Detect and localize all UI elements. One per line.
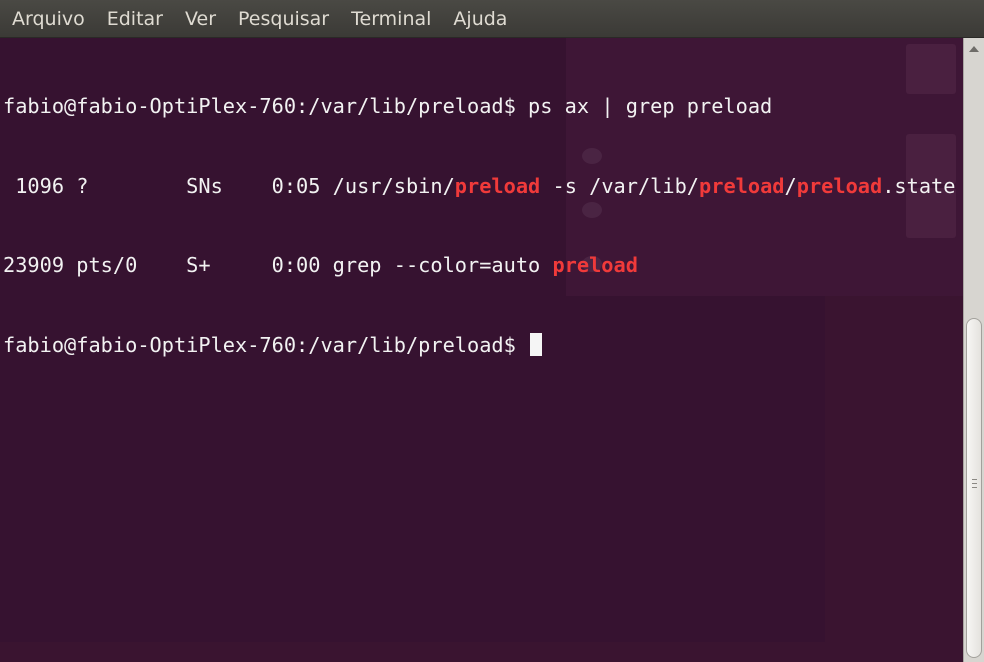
output-text: .state [882,173,956,198]
menu-terminal[interactable]: Terminal [340,0,442,38]
menu-ver[interactable]: Ver [174,0,227,38]
grip-icon [972,479,977,488]
terminal-line: fabio@fabio-OptiPlex-760:/var/lib/preloa… [3,332,955,359]
menu-ajuda[interactable]: Ajuda [442,0,518,38]
scroll-up-arrow-icon[interactable] [969,46,979,52]
terminal-line: fabio@fabio-OptiPlex-760:/var/lib/preloa… [3,93,955,120]
match-highlight: preload [454,173,541,198]
menu-arquivo[interactable]: Arquivo [0,0,96,38]
output-text: / [784,173,797,198]
menu-editar[interactable]: Editar [96,0,174,38]
scrollbar-thumb[interactable] [966,318,982,658]
output-text: 1096 ? SNs 0:05 /usr/sbin/ [3,173,455,198]
terminal-output-area[interactable]: fabio@fabio-OptiPlex-760:/var/lib/preloa… [0,38,963,662]
shell-prompt: fabio@fabio-OptiPlex-760:/var/lib/preloa… [3,332,516,357]
match-highlight: preload [796,173,883,198]
match-highlight: preload [699,173,785,198]
output-text: 23909 pts/0 S+ 0:00 grep --color=auto [3,253,553,277]
shell-command: ps ax | grep preload [515,94,773,118]
terminal-line: 1096 ? SNs 0:05 /usr/sbin/preload -s /va… [3,173,955,200]
output-text: -s /var/lib/ [540,173,700,198]
vertical-scrollbar[interactable] [963,38,984,662]
shell-prompt: fabio@fabio-OptiPlex-760:/var/lib/preloa… [3,94,516,118]
menu-pesquisar[interactable]: Pesquisar [227,0,340,38]
terminal-line: 23909 pts/0 S+ 0:00 grep --color=auto pr… [3,252,955,279]
text-cursor [530,332,543,356]
terminal-text: fabio@fabio-OptiPlex-760:/var/lib/preloa… [3,40,955,411]
menu-bar: Arquivo Editar Ver Pesquisar Terminal Aj… [0,0,984,38]
shell-command [516,333,528,357]
match-highlight: preload [552,253,638,277]
